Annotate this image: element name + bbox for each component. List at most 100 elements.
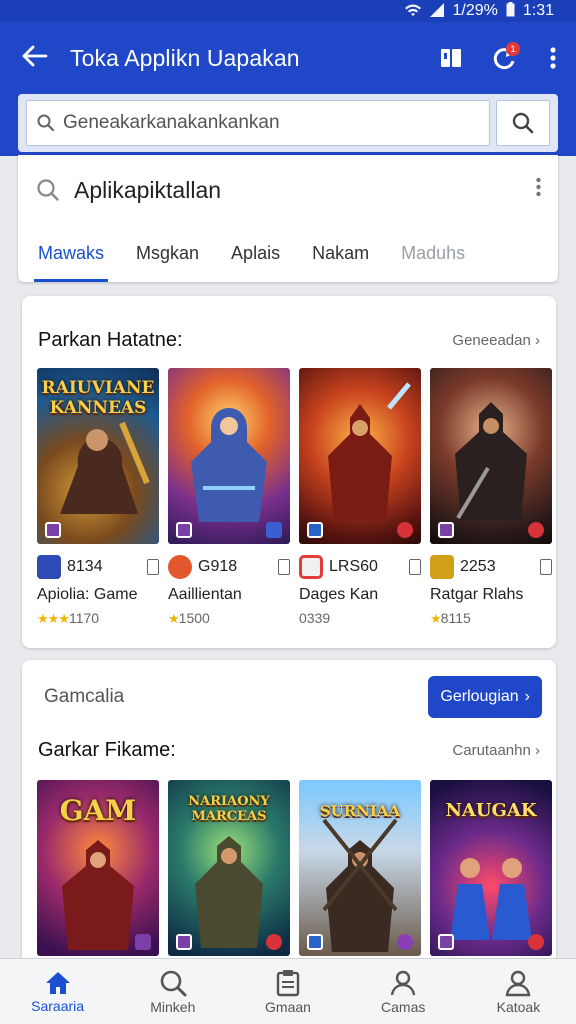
bottom-navigation: Saraaria Minkeh Gmaan Camas Katoak [0, 958, 576, 1024]
badge-icon [307, 522, 323, 538]
app-tile[interactable]: LRS60 Dages Kan 0339 [299, 368, 421, 627]
games-section: Gamcalia Gerlougian › Garkar Fikame: Car… [22, 660, 556, 970]
nav-search[interactable]: Minkeh [115, 959, 230, 1024]
app-tile[interactable]: G918 Aaillientan ★1500 [168, 368, 290, 627]
heroes-group-figure [450, 858, 532, 940]
nav-clipboard[interactable]: Gmaan [230, 959, 345, 1024]
back-button[interactable] [0, 43, 70, 73]
badge-icon [438, 934, 454, 950]
badge-icon [528, 522, 544, 538]
game-artwork [168, 368, 290, 544]
game-artwork: NAUGAK [430, 780, 552, 956]
search-icon [512, 112, 534, 134]
search-button[interactable] [496, 100, 550, 146]
warrior-figure [62, 840, 134, 950]
game-artwork: RAIUVIANE KANNEAS [37, 368, 159, 544]
game-artwork: SURNIAA [299, 780, 421, 956]
app-tile[interactable]: 2253 Ratgar Rlahs ★8115 [430, 368, 552, 627]
rating-count: 1500 [178, 610, 210, 626]
app-name: Apiolia: Game [37, 586, 138, 603]
badge-icon [266, 934, 282, 950]
badge-icon [528, 934, 544, 950]
see-more-link[interactable]: Geneeadan › [452, 332, 540, 349]
nav-home[interactable]: Saraaria [0, 959, 115, 1024]
arrow-left-icon [22, 45, 48, 67]
see-more-label: Carutaanhn [452, 741, 531, 759]
app-tile[interactable]: GAM [37, 780, 159, 956]
library-button[interactable] [426, 36, 478, 80]
app-icon [430, 555, 454, 579]
bookmark-icon[interactable] [147, 559, 159, 575]
battery-text: 1/29% [452, 2, 498, 19]
tab-maduhs[interactable]: Maduhs [401, 225, 465, 282]
app-tile[interactable]: RAIUVIANE KANNEAS 8134 Apiolia: Game ★★★… [37, 368, 159, 627]
game-artwork: NARIAONY MARCEAS [168, 780, 290, 956]
app-tile[interactable]: NAUGAK [430, 780, 552, 956]
knight-figure [322, 818, 398, 952]
more-vert-icon[interactable] [518, 177, 558, 203]
app-title: Toka Applikn Uapakan [70, 44, 300, 71]
search-icon [37, 114, 55, 132]
search-icon [37, 179, 59, 201]
bookmark-icon[interactable] [409, 559, 421, 575]
app-tile[interactable]: NARIAONY MARCEAS [168, 780, 290, 956]
query-text: Aplikapiktallan [74, 176, 222, 203]
badge-icon [307, 934, 323, 950]
bookmark-icon[interactable] [540, 559, 552, 575]
download-count: G918 [198, 558, 238, 575]
app-tile[interactable]: SURNIAA [299, 780, 421, 956]
nav-label: Katoak [496, 998, 541, 1015]
nav-account[interactable]: Katoak [461, 959, 576, 1024]
section-action-label: Gerlougian [440, 688, 519, 705]
section-label: Gamcalia [44, 686, 125, 707]
more-vert-icon [550, 47, 556, 69]
search-icon [160, 970, 187, 996]
star-rating-icon: ★ [168, 611, 180, 626]
game-artwork [430, 368, 552, 544]
app-icon [299, 555, 323, 579]
nav-label: Camas [381, 998, 426, 1015]
more-button[interactable] [530, 36, 576, 80]
notification-badge: 1 [506, 42, 520, 56]
game-artwork: GAM [37, 780, 159, 956]
star-rating-icon: ★★★ [37, 611, 70, 626]
tab-nakam[interactable]: Nakam [312, 225, 369, 282]
section-header: Garkar Fikame: Carutaanhn › [22, 730, 556, 770]
wifi-icon [404, 3, 422, 20]
soldier-figure [195, 836, 263, 948]
search-input-value: Geneakarkanakankankan [63, 112, 280, 133]
armored-hero-figure [191, 408, 267, 522]
download-count: LRS60 [329, 558, 378, 575]
app-icon [168, 555, 192, 579]
tab-msgkan[interactable]: Msgkan [136, 225, 199, 282]
query-row[interactable]: Aplikapiktallan [18, 155, 558, 225]
notifications-button[interactable]: 1 [478, 36, 530, 80]
tab-aplais[interactable]: Aplais [231, 225, 280, 282]
nav-camas[interactable]: Camas [346, 959, 461, 1024]
person-icon [391, 970, 416, 995]
knight-figure [328, 382, 411, 520]
see-more-label: Geneeadan [452, 331, 531, 349]
app-bar: Toka Applikn Uapakan 1 [0, 22, 576, 94]
badge-icon [45, 522, 61, 538]
game-artwork [299, 368, 421, 544]
search-input[interactable]: Geneakarkanakankankan [26, 100, 490, 146]
dark-warrior-figure [455, 402, 527, 520]
see-more-link[interactable]: Carutaanhn › [452, 742, 540, 759]
app-icon [37, 555, 61, 579]
nav-label: Gmaan [265, 998, 311, 1015]
bookmark-icon[interactable] [278, 559, 290, 575]
badge-icon [176, 934, 192, 950]
home-icon [45, 971, 70, 994]
rating-count: 1170 [68, 610, 100, 626]
badge-icon [266, 522, 282, 538]
signal-icon [430, 2, 445, 20]
badge-icon [176, 522, 192, 538]
section-title: Garkar Fikame: [38, 738, 176, 761]
tab-mawaks[interactable]: Mawaks [33, 225, 109, 282]
badge-icon [397, 934, 413, 950]
warrior-figure [60, 421, 150, 514]
section-action-button[interactable]: Gerlougian › [428, 676, 542, 718]
badge-icon [397, 522, 413, 538]
clock: 1:31 [522, 2, 554, 19]
